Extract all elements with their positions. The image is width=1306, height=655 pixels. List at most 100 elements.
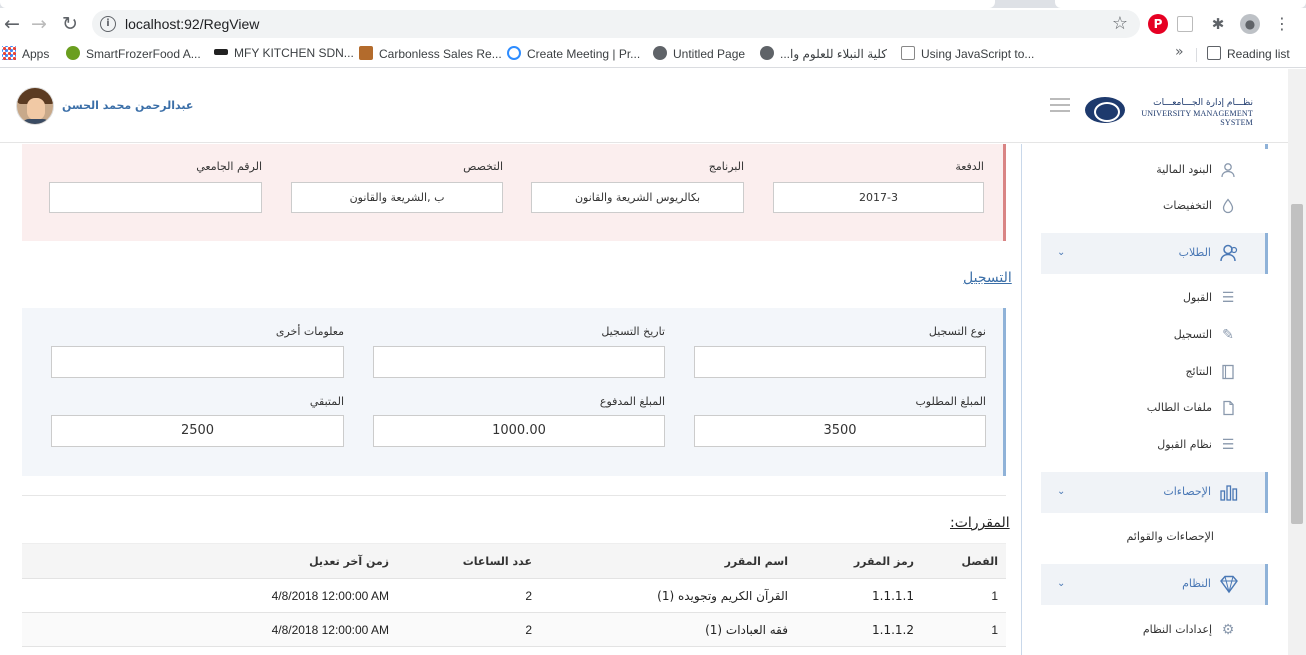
extension-icon[interactable] xyxy=(1177,16,1193,32)
address-bar[interactable]: i localhost:92/RegView ☆ xyxy=(92,10,1140,38)
column-header-modified[interactable]: زمن آخر تعديل xyxy=(309,544,389,580)
bookmark-item[interactable]: Untitled Page xyxy=(653,46,745,62)
file-icon xyxy=(1220,400,1236,416)
bookmark-item[interactable]: SmartFrozerFood A... xyxy=(66,46,201,62)
table-row[interactable]: 1 1.1.1.1 القرآن الكريم وتجويده (1) 2 4/… xyxy=(22,579,1006,613)
sidebar-item-statistics-lists[interactable]: الإحصاءات والقوائم xyxy=(1041,523,1268,553)
sidebar-item-system-settings[interactable]: ⚙ إعدادات النظام xyxy=(1041,616,1268,646)
bookmark-item[interactable]: كلية النبلاء للعلوم وا... xyxy=(760,46,887,62)
sidebar-item-label: القبول xyxy=(1183,291,1212,304)
extensions-puzzle-icon[interactable]: ✱ xyxy=(1208,14,1228,34)
bookmarks-bar: Apps SmartFrozerFood A... MFY KITCHEN SD… xyxy=(0,40,1306,68)
pencil-icon: ✎ xyxy=(1222,327,1234,343)
registration-section-link[interactable]: التسجيل xyxy=(963,270,1012,286)
bookmark-item[interactable]: Using JavaScript to... xyxy=(901,46,1034,62)
required-amount-label: المبلغ المطلوب xyxy=(915,395,986,408)
remaining-amount-label: المتبقي xyxy=(309,395,344,408)
back-arrow-icon[interactable]: ← xyxy=(0,12,24,36)
url-text[interactable]: localhost:92/RegView xyxy=(125,16,259,32)
cell-hours: 2 xyxy=(525,623,532,637)
sidebar-item-financial-items[interactable]: البنود المالية xyxy=(1041,156,1268,186)
chevron-down-icon[interactable]: ⌄ xyxy=(1057,578,1065,589)
sidebar-item-admission-system[interactable]: ☰ نظام القبول xyxy=(1041,431,1268,461)
browser-tab[interactable] xyxy=(1055,0,1306,8)
bookmark-star-icon[interactable]: ☆ xyxy=(1112,13,1128,34)
sidebar-item-results[interactable]: النتائج xyxy=(1041,358,1268,388)
browser-menu-icon[interactable]: ⋮ xyxy=(1272,14,1292,34)
sidebar-group-students[interactable]: الطلاب ⌄ xyxy=(1041,233,1268,274)
avatar[interactable] xyxy=(16,87,54,125)
cell-modified: 4/8/2018 12:00:00 AM xyxy=(271,589,389,603)
page-scrollbar[interactable] xyxy=(1288,69,1306,655)
program-field[interactable]: بكالريوس الشريعة والقانون xyxy=(531,182,744,213)
column-header-code[interactable]: رمز المقرر xyxy=(854,544,914,580)
specialization-label: التخصص xyxy=(463,160,503,173)
user-name[interactable]: عبدالرحمن محمد الحسن xyxy=(62,99,193,112)
sidebar: البنود المالية التخفيضات الطلاب ⌄ ☰ القب… xyxy=(1041,144,1268,655)
registration-date-field[interactable] xyxy=(373,346,665,378)
reload-icon[interactable]: ↻ xyxy=(58,12,82,36)
site-favicon-icon xyxy=(901,46,915,60)
sidebar-item-student-files[interactable]: ملفات الطالب xyxy=(1041,394,1268,424)
pinterest-icon[interactable]: P xyxy=(1148,14,1168,34)
university-id-field[interactable] xyxy=(49,182,262,213)
paid-amount-label: المبلغ المدفوع xyxy=(599,395,665,408)
sidebar-item-registration[interactable]: ✎ التسجيل xyxy=(1041,321,1268,351)
bookmark-item[interactable]: Create Meeting | Pr... xyxy=(507,46,640,62)
bookmark-label: SmartFrozerFood A... xyxy=(86,47,201,61)
bar-chart-icon xyxy=(1219,482,1239,502)
chevron-down-icon[interactable]: ⌄ xyxy=(1057,486,1065,497)
logo-english-text: UNIVERSITY MANAGEMENT SYSTEM xyxy=(1141,109,1253,127)
bookmark-item[interactable]: MFY KITCHEN SDN... xyxy=(214,46,354,62)
scrollbar-thumb[interactable] xyxy=(1291,204,1303,524)
remaining-amount-field[interactable]: 2500 xyxy=(51,415,344,447)
batch-field[interactable]: 2017-3 xyxy=(773,182,984,213)
sidebar-item-label: ملفات الطالب xyxy=(1146,401,1212,414)
other-info-field[interactable] xyxy=(51,346,344,378)
diamond-icon xyxy=(1219,574,1239,594)
bookmark-label: MFY KITCHEN SDN... xyxy=(234,46,354,60)
app-header: عبدالرحمن محمد الحسن نظـــام إدارة الجــ… xyxy=(0,69,1306,143)
courses-table: الفصل رمز المقرر اسم المقرر عدد الساعات … xyxy=(22,543,1006,647)
apps-grid-icon xyxy=(2,46,16,60)
profile-icon[interactable]: ● xyxy=(1240,14,1260,34)
active-tab[interactable] xyxy=(0,0,995,8)
column-header-semester[interactable]: الفصل xyxy=(962,544,998,580)
sidebar-group-system[interactable]: النظام ⌄ xyxy=(1041,564,1268,605)
column-header-name[interactable]: اسم المقرر xyxy=(725,544,788,580)
bookmark-item[interactable]: Carbonless Sales Re... xyxy=(359,46,502,62)
registration-type-field[interactable] xyxy=(694,346,986,378)
required-amount-field[interactable]: 3500 xyxy=(694,415,986,447)
more-bookmarks-chevron-icon[interactable]: » xyxy=(1175,44,1184,60)
users-icon xyxy=(1219,243,1239,263)
cell-name: فقه العبادات (1) xyxy=(705,623,788,637)
bookmark-label: Carbonless Sales Re... xyxy=(379,47,502,61)
info-icon[interactable]: i xyxy=(100,16,116,32)
forward-arrow-icon[interactable]: → xyxy=(27,12,51,36)
column-header-hours[interactable]: عدد الساعات xyxy=(463,544,532,580)
sidebar-group-label: النظام xyxy=(1182,577,1211,590)
table-row[interactable]: 1 1.1.1.2 فقه العبادات (1) 2 4/8/2018 12… xyxy=(22,613,1006,647)
student-info-panel: الدفعة 2017-3 البرنامج بكالريوس الشريعة … xyxy=(22,144,1006,241)
globe-icon xyxy=(760,46,774,60)
bookmark-label: Create Meeting | Pr... xyxy=(527,47,641,61)
paid-amount-field[interactable]: 1000.00 xyxy=(373,415,665,447)
chevron-down-icon[interactable]: ⌄ xyxy=(1057,247,1065,258)
sidebar-item-discounts[interactable]: التخفيضات xyxy=(1041,192,1268,222)
specialization-field[interactable]: ب ,الشريعة والقانون xyxy=(291,182,503,213)
cell-code: 1.1.1.1 xyxy=(872,589,914,603)
site-favicon-icon xyxy=(507,46,521,60)
bookmark-label: كلية النبلاء للعلوم وا... xyxy=(780,47,887,61)
cell-semester: 1 xyxy=(991,589,998,603)
reading-list[interactable]: Reading list xyxy=(1207,46,1290,62)
hamburger-menu-icon[interactable] xyxy=(1050,98,1070,112)
sidebar-item-label: إعدادات النظام xyxy=(1142,623,1212,636)
bookmarks-divider xyxy=(1196,48,1197,62)
sidebar-item-admission[interactable]: ☰ القبول xyxy=(1041,284,1268,314)
sidebar-group-statistics[interactable]: الإحصاءات ⌄ xyxy=(1041,472,1268,513)
avatar-shirt xyxy=(21,119,51,124)
university-id-label: الرقم الجامعي xyxy=(196,160,262,173)
reading-list-label: Reading list xyxy=(1227,47,1290,61)
university-logo[interactable]: نظـــام إدارة الجـــامعـــات UNIVERSITY … xyxy=(1085,97,1255,127)
bookmark-apps[interactable]: Apps xyxy=(2,46,49,62)
